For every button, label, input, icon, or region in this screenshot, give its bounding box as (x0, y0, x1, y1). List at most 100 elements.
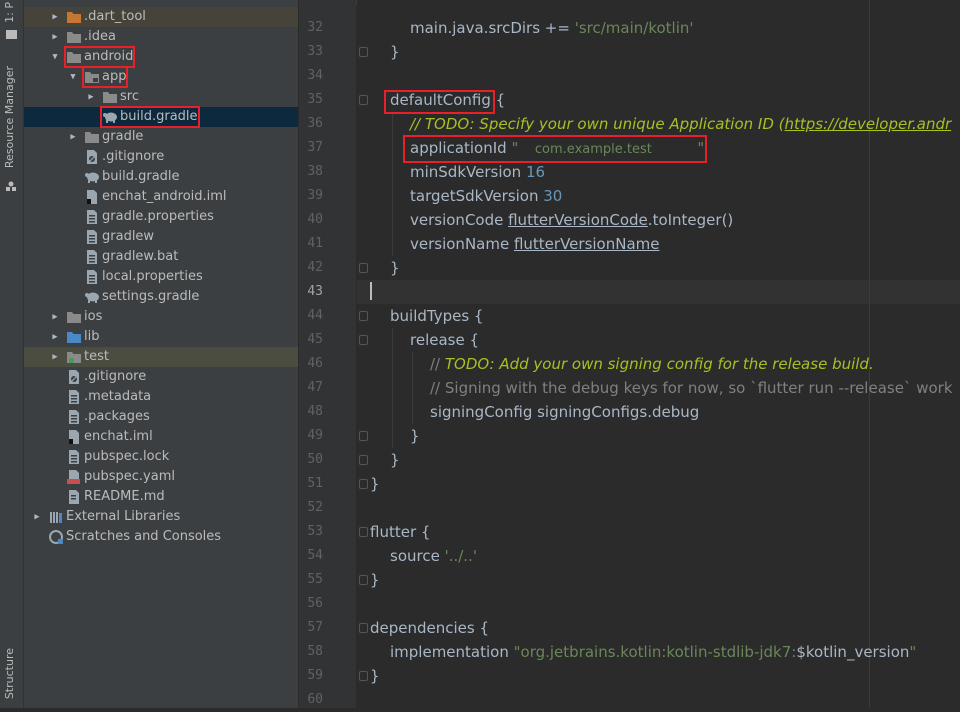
line-number: 52 (307, 500, 323, 515)
tree-item-build-gradle[interactable]: build.gradle (24, 167, 298, 187)
code-token: } (370, 667, 380, 685)
text-file-icon (66, 409, 82, 425)
annotation-highlight-box (100, 106, 200, 128)
tree-item-ios[interactable]: ▶ ios (24, 307, 298, 327)
chevron-right-icon[interactable]: ▶ (51, 333, 60, 342)
project-tool-tab[interactable]: 1: P (3, 2, 16, 23)
chevron-right-icon[interactable]: ▶ (51, 313, 60, 322)
tree-item-gradlew-bat[interactable]: gradlew.bat (24, 247, 298, 267)
iml-file-icon (66, 429, 82, 445)
tree-item-gitignore[interactable]: .gitignore (24, 147, 298, 167)
tree-item-settings-gradle[interactable]: settings.gradle (24, 287, 298, 307)
line-number: 51 (307, 476, 323, 491)
tree-item-enchat-android-iml[interactable]: enchat_android.iml (24, 187, 298, 207)
code-token: } (410, 427, 420, 445)
structure-tool-tab[interactable]: Structure (3, 648, 16, 699)
fold-marker-icon[interactable] (359, 623, 368, 633)
fold-marker-icon[interactable] (359, 455, 368, 465)
tree-item-gradle-properties[interactable]: gradle.properties (24, 207, 298, 227)
code-line: signingConfig signingConfigs.debug (430, 400, 699, 424)
fold-marker-icon[interactable] (359, 95, 368, 105)
chevron-right-icon[interactable]: ▶ (87, 93, 96, 102)
code-line: // TODO: Specify your own unique Applica… (410, 112, 951, 136)
tree-item-gradle[interactable]: ▶ gradle (24, 127, 298, 147)
fold-marker-icon[interactable] (359, 671, 368, 681)
tree-item-packages[interactable]: .packages (24, 407, 298, 427)
gradle-elephant-icon (84, 169, 100, 185)
line-number: 46 (307, 356, 323, 371)
gitignore-file-icon (84, 149, 100, 165)
tree-item-label: .idea (84, 29, 116, 44)
code-token: signingConfig signingConfigs.debug (430, 403, 700, 421)
line-number: 35 (307, 92, 323, 107)
tree-item-dart-tool[interactable]: ▶ .dart_tool (24, 7, 298, 27)
line-number: 49 (307, 428, 323, 443)
code-token: } (370, 475, 380, 493)
code-token: flutterVersionName (513, 235, 660, 253)
tree-item-label: ios (84, 309, 103, 324)
code-token: versionCode (410, 211, 509, 229)
fold-marker-icon[interactable] (359, 335, 368, 345)
chevron-right-icon[interactable]: ▶ (51, 13, 60, 22)
tree-item-pubspec-yaml[interactable]: pubspec.yaml (24, 467, 298, 487)
properties-file-icon (84, 269, 100, 285)
code-token: versionName (410, 235, 514, 253)
tree-item-local-properties[interactable]: local.properties (24, 267, 298, 287)
tree-item-label: build.gradle (102, 169, 180, 184)
fold-marker-icon[interactable] (359, 431, 368, 441)
code-line: targetSdkVersion 30 (410, 184, 562, 208)
line-number: 57 (307, 620, 323, 635)
code-line: } (390, 40, 400, 64)
chevron-right-icon[interactable]: ▶ (51, 353, 60, 362)
fold-marker-icon[interactable] (359, 311, 368, 321)
tree-item-label: .dart_tool (84, 9, 146, 24)
text-file-icon (66, 449, 82, 465)
line-number: 48 (307, 404, 323, 419)
tree-item-app[interactable]: ▼ app (24, 67, 298, 87)
tree-item-lib[interactable]: ▶ lib (24, 327, 298, 347)
text-file-icon (84, 229, 100, 245)
text-file-icon (84, 249, 100, 265)
line-number: 56 (307, 596, 323, 611)
code-line: release { (410, 328, 479, 352)
project-tab-label: 1: P (3, 2, 16, 23)
line-number: 44 (307, 308, 323, 323)
fold-marker-icon[interactable] (359, 575, 368, 585)
fold-marker-icon[interactable] (359, 479, 368, 489)
tree-item-label: enchat_android.iml (102, 189, 227, 204)
code-token: // (430, 355, 445, 373)
resource-manager-tab[interactable]: Resource Manager (3, 66, 16, 168)
chevron-right-icon[interactable]: ▶ (51, 33, 60, 42)
tool-window-strip: 1: P Resource Manager Structure (0, 0, 24, 708)
fold-marker-icon[interactable] (359, 263, 368, 273)
indent-guide (392, 328, 393, 448)
tree-item-scratches-and-consoles[interactable]: Scratches and Consoles (24, 527, 298, 547)
tree-item-label: pubspec.lock (84, 449, 170, 464)
fold-marker-icon[interactable] (359, 47, 368, 57)
tree-item-gitignore[interactable]: .gitignore (24, 367, 298, 387)
tree-item-enchat-iml[interactable]: enchat.iml (24, 427, 298, 447)
tree-item-readme-md[interactable]: README.md (24, 487, 298, 507)
tree-item-pubspec-lock[interactable]: pubspec.lock (24, 447, 298, 467)
chevron-down-icon[interactable]: ▼ (51, 53, 60, 62)
tree-item-label: Scratches and Consoles (66, 529, 222, 544)
code-token: minSdkVersion (410, 163, 526, 181)
folder-source-icon (66, 329, 82, 345)
scratches-icon (48, 529, 64, 545)
chevron-down-icon[interactable]: ▼ (69, 73, 78, 82)
tree-item-metadata[interactable]: .metadata (24, 387, 298, 407)
code-line: source '../..' (390, 544, 477, 568)
folder-icon (102, 89, 118, 105)
tree-item-external-libraries[interactable]: ▶ External Libraries (24, 507, 298, 527)
tree-item-gradlew[interactable]: gradlew (24, 227, 298, 247)
tree-item-test[interactable]: ▶ test (24, 347, 298, 367)
tree-item-idea[interactable]: ▶ .idea (24, 27, 298, 47)
code-token: TODO: Add your own signing config for th… (444, 355, 874, 373)
code-token: } (390, 451, 400, 469)
tree-item-label: local.properties (102, 269, 203, 284)
folder-idea-icon (66, 29, 82, 45)
fold-marker-icon[interactable] (359, 527, 368, 537)
chevron-right-icon[interactable]: ▶ (33, 513, 42, 522)
chevron-right-icon[interactable]: ▶ (69, 133, 78, 142)
tree-item-src[interactable]: ▶ src (24, 87, 298, 107)
